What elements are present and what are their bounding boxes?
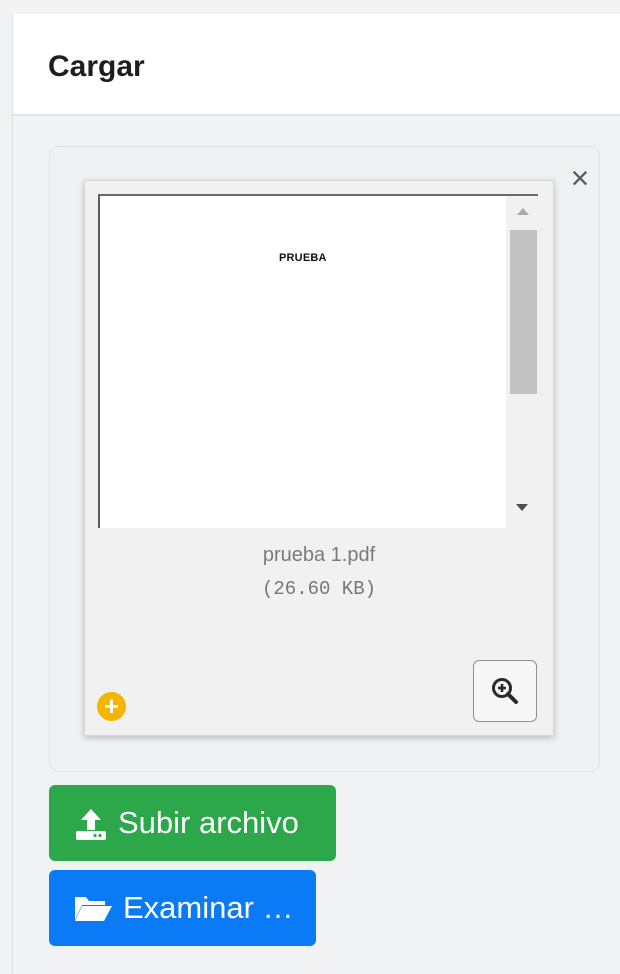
close-icon[interactable]: × (565, 162, 595, 194)
zoom-button[interactable] (473, 660, 537, 722)
browse-label: Examinar … (123, 890, 294, 925)
upload-file-button[interactable]: Subir archivo (49, 785, 336, 861)
browse-button[interactable]: Examinar … (49, 870, 316, 946)
upload-icon (76, 809, 106, 840)
scroll-up-arrow-icon[interactable] (517, 208, 529, 215)
file-name: prueba 1.pdf (262, 544, 376, 566)
zoom-in-icon (492, 678, 518, 704)
plus-circle-icon[interactable]: + (97, 692, 126, 721)
scroll-down-arrow-icon[interactable] (516, 504, 528, 511)
scrollbar-thumb[interactable] (510, 230, 537, 394)
pdf-document-text: PRUEBA (279, 252, 327, 264)
upload-file-label: Subir archivo (118, 805, 299, 840)
top-strip (0, 0, 620, 14)
pdf-preview-frame[interactable] (98, 194, 538, 528)
upload-panel: Cargar × PRUEBA prueba 1.pdf (26.60 KB) … (12, 14, 620, 974)
panel-title: Cargar (48, 50, 145, 83)
file-size: (26.60 KB) (261, 578, 377, 600)
folder-open-icon (75, 897, 112, 921)
panel-header: Cargar (13, 14, 620, 116)
